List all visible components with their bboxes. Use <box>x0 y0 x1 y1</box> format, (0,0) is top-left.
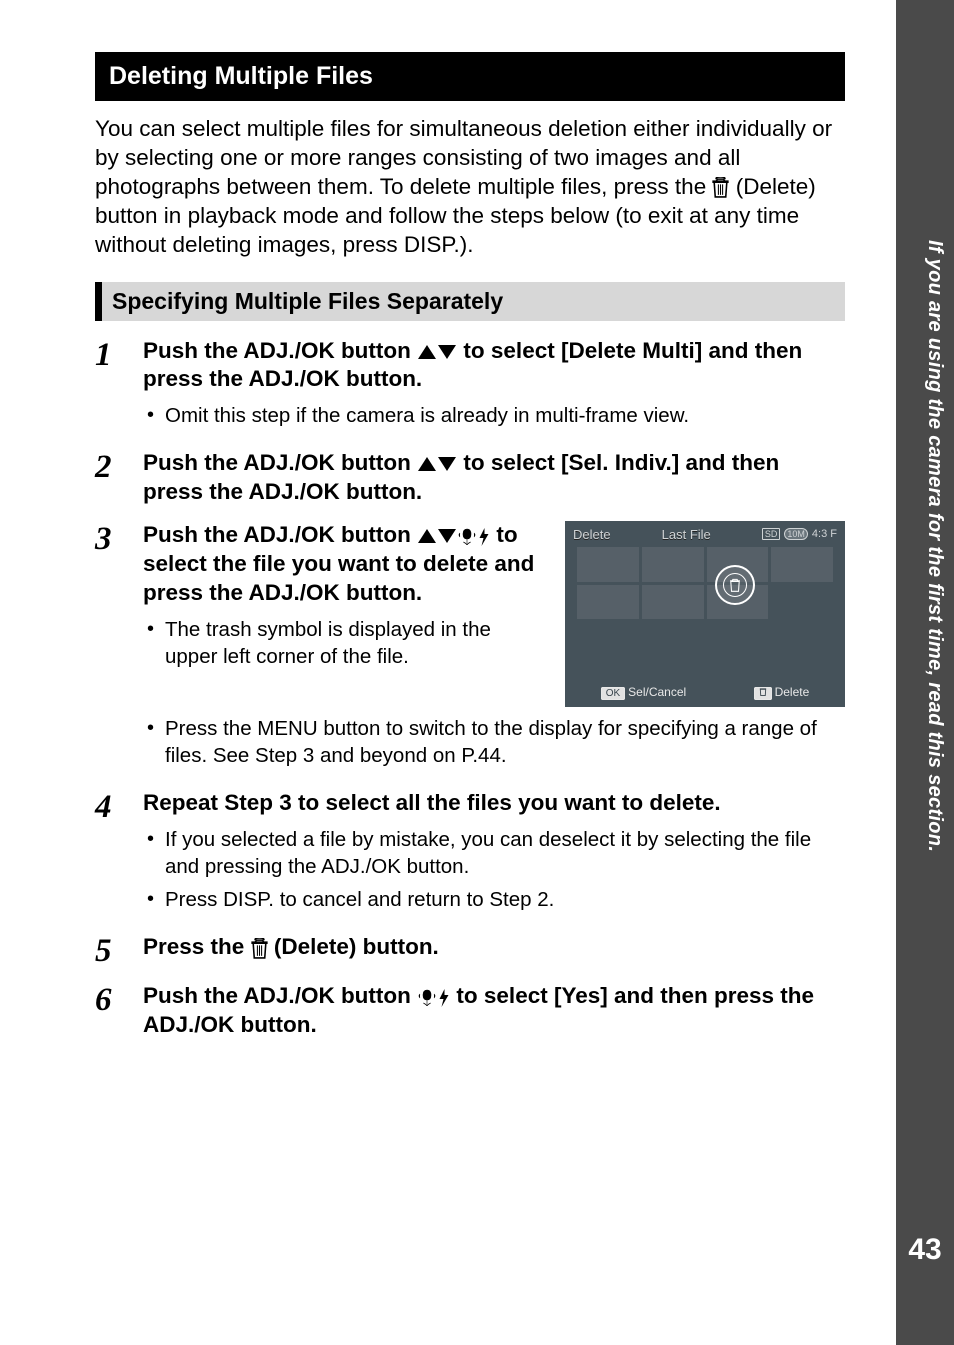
step-5-body: Press the (Delete) button. <box>143 933 845 968</box>
trash-icon <box>712 173 729 202</box>
step-1-list: Omit this step if the camera is already … <box>143 402 845 429</box>
subsection-heading: Specifying Multiple Files Separately <box>95 282 845 321</box>
step-4-list: If you selected a file by mistake, you c… <box>143 826 845 913</box>
step-4-bullet-1: If you selected a file by mistake, you c… <box>165 826 845 880</box>
figure-last-file-label: Last File <box>662 527 711 542</box>
step-5-heading-pre: Press the <box>143 934 251 959</box>
page: If you are using the camera for the firs… <box>0 0 954 1345</box>
figure-cell-empty <box>642 622 704 657</box>
step-3-list: The trash symbol is displayed in the upp… <box>143 616 547 670</box>
step-number-3: 3 <box>95 521 143 775</box>
step-5-heading: Press the (Delete) button. <box>143 933 845 962</box>
figure-sel-cancel-label: Sel/Cancel <box>628 685 686 699</box>
triangle-up-icon <box>418 345 436 359</box>
figure-cell <box>771 547 833 582</box>
step-3-heading: Push the ADJ./OK button to select the fi… <box>143 521 547 608</box>
step-number-2: 2 <box>95 449 143 507</box>
sidebar-section-label: If you are using the camera for the firs… <box>906 240 946 940</box>
step-3-list-2: Press the MENU button to switch to the d… <box>143 715 845 769</box>
figure-cell-empty <box>771 585 833 620</box>
macro-icon <box>417 983 437 1012</box>
sidebar: If you are using the camera for the firs… <box>896 0 954 1345</box>
step-number-4: 4 <box>95 789 143 919</box>
triangle-down-icon <box>438 457 456 471</box>
figure-ok-key: OK <box>601 687 625 700</box>
macro-icon <box>457 522 477 551</box>
figure-trash-selection-icon <box>723 573 747 597</box>
step-2-body: Push the ADJ./OK button to select [Sel. … <box>143 449 845 507</box>
figure-thumbnail-grid <box>577 547 833 657</box>
step-3-left: Push the ADJ./OK button to select the fi… <box>143 521 547 707</box>
triangle-up-icon <box>418 529 436 543</box>
step-2-heading-pre: Push the ADJ./OK button <box>143 450 417 475</box>
content: Deleting Multiple Files You can select m… <box>95 52 845 1054</box>
camera-screen-figure: Delete Last File SD 10M 4:3 F <box>565 521 845 707</box>
trash-icon <box>251 934 268 963</box>
figure-cell <box>642 547 704 582</box>
section-heading: Deleting Multiple Files <box>95 52 845 101</box>
figure-delete-label-bottom: Delete <box>775 685 810 699</box>
figure-ratio: 4:3 F <box>812 528 837 540</box>
page-number: 43 <box>902 1233 948 1267</box>
step-1-body: Push the ADJ./OK button to select [Delet… <box>143 337 845 436</box>
intro-paragraph: You can select multiple files for simult… <box>95 115 845 260</box>
step-5: 5 Press the (Delete) button. <box>95 933 845 968</box>
figure-cell <box>577 585 639 620</box>
step-1: 1 Push the ADJ./OK button to select [Del… <box>95 337 845 436</box>
figure-delete-action: Delete <box>754 685 810 699</box>
step-4-body: Repeat Step 3 to select all the files yo… <box>143 789 845 919</box>
step-1-bullet-1: Omit this step if the camera is already … <box>165 402 845 429</box>
step-6: 6 Push the ADJ./OK button to select [Yes… <box>95 982 845 1040</box>
figure-cell-empty <box>707 622 769 657</box>
step-3-row: Push the ADJ./OK button to select the fi… <box>143 521 845 707</box>
step-number-5: 5 <box>95 933 143 968</box>
figure-cell-empty <box>771 622 833 657</box>
figure-sel-cancel: OKSel/Cancel <box>601 685 686 699</box>
figure-bottom-bar: OKSel/Cancel Delete <box>567 685 843 699</box>
triangle-up-icon <box>418 457 436 471</box>
step-3-heading-pre: Push the ADJ./OK button <box>143 522 417 547</box>
step-4: 4 Repeat Step 3 to select all the files … <box>95 789 845 919</box>
step-2-heading: Push the ADJ./OK button to select [Sel. … <box>143 449 845 507</box>
figure-top-bar: Delete Last File SD 10M 4:3 F <box>567 527 843 542</box>
step-4-heading: Repeat Step 3 to select all the files yo… <box>143 789 845 818</box>
step-number-1: 1 <box>95 337 143 436</box>
figure-status: SD 10M 4:3 F <box>762 528 837 540</box>
figure-cell <box>577 547 639 582</box>
triangle-down-icon <box>438 529 456 543</box>
step-number-6: 6 <box>95 982 143 1040</box>
step-1-heading-pre: Push the ADJ./OK button <box>143 338 417 363</box>
step-3-bullet-1: The trash symbol is displayed in the upp… <box>165 616 547 670</box>
triangle-down-icon <box>438 345 456 359</box>
figure-trash-key-icon <box>754 687 772 700</box>
figure-selection-ring <box>715 565 755 605</box>
figure-cell-empty <box>577 622 639 657</box>
figure-sd-badge: SD <box>762 528 781 540</box>
step-1-heading: Push the ADJ./OK button to select [Delet… <box>143 337 845 395</box>
step-6-heading: Push the ADJ./OK button to select [Yes] … <box>143 982 845 1040</box>
figure-delete-label: Delete <box>573 527 611 542</box>
step-3-body: Push the ADJ./OK button to select the fi… <box>143 521 845 775</box>
figure-cell <box>642 585 704 620</box>
figure-res-badge: 10M <box>784 528 808 540</box>
step-3-bullet-2: Press the MENU button to switch to the d… <box>165 715 845 769</box>
flash-icon <box>437 983 450 1012</box>
step-4-bullet-2: Press DISP. to cancel and return to Step… <box>165 886 845 913</box>
step-3: 3 Push the ADJ./OK button to select the … <box>95 521 845 775</box>
step-2: 2 Push the ADJ./OK button to select [Sel… <box>95 449 845 507</box>
step-5-heading-post: (Delete) button. <box>274 934 439 959</box>
step-6-body: Push the ADJ./OK button to select [Yes] … <box>143 982 845 1040</box>
flash-icon <box>477 522 490 551</box>
step-6-heading-pre: Push the ADJ./OK button <box>143 983 417 1008</box>
